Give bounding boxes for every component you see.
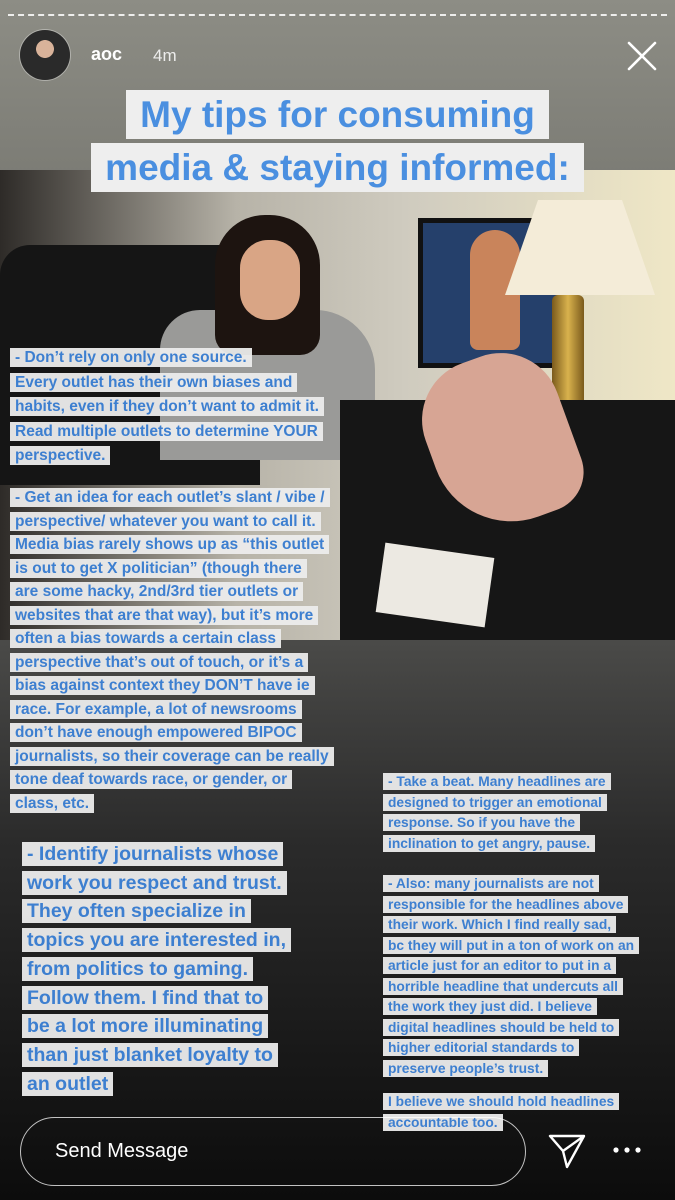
tip-text: - Also: many journalists are not responsi… — [383, 875, 640, 1077]
more-options-button[interactable] — [611, 1140, 643, 1160]
tip-text: - Don’t rely on only one source. Every ou… — [10, 348, 324, 465]
title-text: My tips for consuming media & staying inf… — [91, 90, 584, 192]
send-button[interactable] — [547, 1132, 587, 1170]
tip-text: - Identify journalists whose work you res… — [22, 842, 291, 1096]
send-message-placeholder: Send Message — [55, 1140, 189, 1162]
tip-text: - Get an idea for each outlet’s slant / … — [10, 488, 334, 813]
avatar[interactable] — [20, 30, 70, 80]
send-message-input[interactable]: Send Message — [20, 1117, 526, 1186]
post-time: 4m — [153, 46, 177, 65]
tip-text: - Take a beat. Many headlines are designe… — [383, 773, 611, 852]
tip-single-source: - Don’t rely on only one source. Every ou… — [10, 346, 405, 469]
tip-outlet-slant: - Get an idea for each outlet’s slant / … — [10, 486, 405, 815]
tip-take-a-beat: - Take a beat. Many headlines are designe… — [383, 772, 663, 854]
more-dots-icon — [613, 1147, 641, 1153]
story-progress-bar — [8, 14, 667, 18]
close-button[interactable] — [624, 38, 660, 74]
tip-headlines-responsibility: - Also: many journalists are not responsi… — [383, 874, 673, 1079]
story-title: My tips for consuming media & staying inf… — [0, 88, 675, 194]
tip-identify-journalists: - Identify journalists whose work you res… — [22, 840, 342, 1098]
close-icon — [627, 41, 657, 71]
username[interactable]: aoc — [91, 44, 122, 65]
paper-plane-icon — [548, 1134, 586, 1169]
